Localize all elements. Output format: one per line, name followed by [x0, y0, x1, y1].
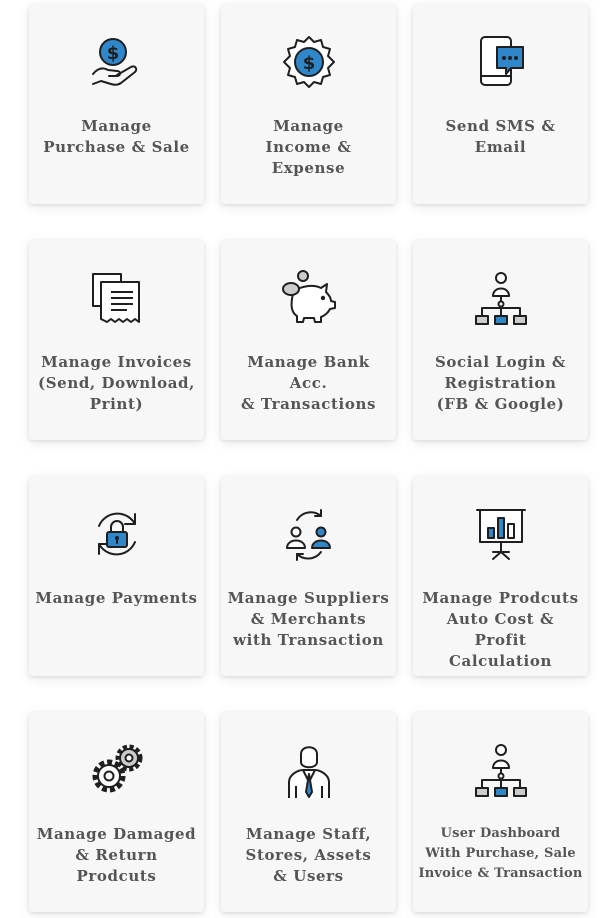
feature-label: Manage Damaged & Return Prodcuts	[36, 825, 197, 885]
feature-label: Send SMS & Email	[445, 117, 556, 156]
feature-card-staff[interactable]: Manage Staff, Stores, Assets & Users	[221, 712, 396, 912]
users-exchange-icon	[281, 506, 337, 562]
dollar-hand-icon: $	[89, 34, 145, 90]
phone-chat-icon	[473, 34, 529, 90]
presentation-chart-icon	[473, 506, 529, 562]
piggy-bank-icon	[281, 270, 337, 326]
feature-card-invoices[interactable]: Manage Invoices (Send, Download, Print)	[29, 240, 204, 440]
businessman-icon	[281, 742, 337, 798]
feature-label: Manage Prodcuts Auto Cost & Profit Calcu…	[422, 589, 579, 670]
feature-label: Manage Purchase & Sale	[43, 117, 190, 156]
feature-card-sms-email[interactable]: Send SMS & Email	[413, 4, 588, 204]
feature-card-suppliers[interactable]: Manage Suppliers & Merchants with Transa…	[221, 476, 396, 676]
feature-card-products-cost[interactable]: Manage Prodcuts Auto Cost & Profit Calcu…	[413, 476, 588, 676]
dollar-badge-icon: $	[281, 34, 337, 90]
org-chart-icon	[473, 270, 529, 326]
feature-label: Manage Bank Acc. & Transactions	[240, 353, 377, 413]
feature-card-social-login[interactable]: Social Login & Registration (FB & Google…	[413, 240, 588, 440]
feature-card-bank[interactable]: Manage Bank Acc. & Transactions	[221, 240, 396, 440]
feature-label: Manage Income & Expense	[265, 117, 352, 177]
feature-grid: $ Manage Purchase & Sale $ Manage Income…	[0, 0, 616, 918]
feature-card-purchase-sale[interactable]: $ Manage Purchase & Sale	[29, 4, 204, 204]
feature-label: Social Login & Registration (FB & Google…	[434, 353, 567, 413]
feature-card-user-dashboard[interactable]: User Dashboard With Purchase, Sale Invoi…	[413, 712, 588, 912]
org-chart-icon	[473, 742, 529, 798]
svg-text:$: $	[302, 53, 315, 74]
svg-text:$: $	[106, 43, 119, 64]
feature-label: Manage Staff, Stores, Assets & Users	[245, 825, 372, 885]
invoice-icon	[89, 270, 145, 326]
lock-refresh-icon	[89, 506, 145, 562]
gears-icon	[89, 742, 145, 798]
feature-card-damaged-return[interactable]: Manage Damaged & Return Prodcuts	[29, 712, 204, 912]
feature-label: Manage Payments	[35, 589, 198, 607]
feature-label: Manage Invoices (Send, Download, Print)	[38, 353, 195, 413]
feature-label: User Dashboard With Purchase, Sale Invoi…	[418, 826, 583, 881]
feature-card-payments[interactable]: Manage Payments	[29, 476, 204, 676]
feature-label: Manage Suppliers & Merchants with Transa…	[227, 589, 390, 649]
feature-card-income-expense[interactable]: $ Manage Income & Expense	[221, 4, 396, 204]
